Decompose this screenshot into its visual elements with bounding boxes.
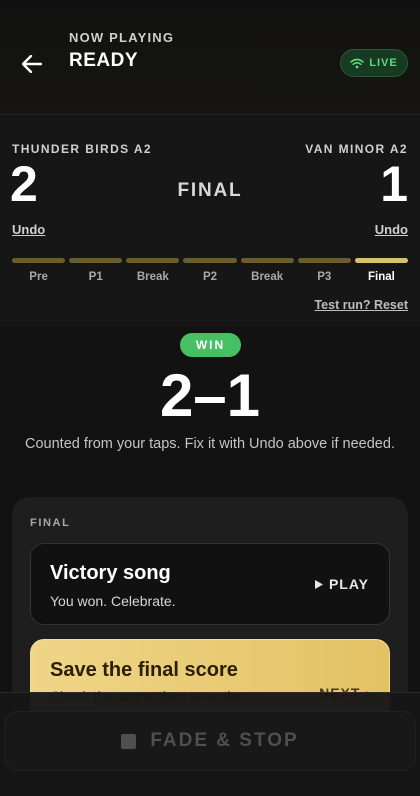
period-step[interactable]: Break [240,258,294,283]
live-badge: LIVE [340,49,408,77]
fade-stop-label: FADE & STOP [150,730,299,751]
live-label: LIVE [369,57,398,69]
away-undo-link[interactable]: Undo [375,222,408,237]
header: NOW PLAYING READY LIVE [0,0,420,115]
now-playing-label: NOW PLAYING [69,30,175,45]
home-team-name: THUNDER BIRDS A2 [12,142,152,156]
away-team-name: VAN MINOR A2 [305,142,408,156]
arrow-left-icon [22,55,42,73]
bottom-bar: FADE & STOP [0,692,420,796]
period-label: P1 [88,271,103,283]
period-step[interactable]: Break [126,258,180,283]
play-icon [314,579,323,589]
period-bar [297,258,351,263]
period-step[interactable]: Final [354,258,408,283]
period-bar [69,258,123,263]
period-label: P2 [202,271,218,283]
victory-song-card[interactable]: Victory song You won. Celebrate. PLAY [30,543,390,625]
scoreboard: THUNDER BIRDS A2 VAN MINOR A2 2 1 FINAL … [0,116,420,326]
period-bar [12,258,66,263]
period-timeline: Pre P1 Break P2 Break P3 Final [12,258,408,283]
now-playing-title: READY [69,50,139,71]
save-title: Save the final score [50,659,238,681]
current-period: FINAL [177,180,243,201]
period-bar [240,258,294,263]
period-bar [183,258,237,263]
panel-label: FINAL [30,517,71,529]
score-note: Counted from your taps. Fix it with Undo… [25,436,395,452]
period-label: Break [136,271,169,283]
period-step[interactable]: P1 [69,258,123,283]
fade-stop-button[interactable]: FADE & STOP [4,711,416,771]
back-button[interactable] [18,50,46,78]
period-step[interactable]: Pre [12,258,66,283]
win-badge: WIN [180,333,241,357]
period-step[interactable]: P3 [297,258,351,283]
period-label: P3 [317,271,332,283]
period-bar [354,258,408,263]
home-undo-link[interactable]: Undo [12,222,45,237]
play-button[interactable]: PLAY [314,576,369,592]
play-label: PLAY [328,576,369,592]
reset-link[interactable]: Test run? Reset [314,298,408,312]
stop-icon [121,733,137,749]
song-subtitle: You won. Celebrate. [50,593,176,609]
period-bar [126,258,180,263]
period-label: Pre [29,271,48,283]
period-label: Break [251,271,284,283]
period-label: Final [367,271,395,283]
final-score: 2–1 [159,362,261,429]
song-title: Victory song [50,562,171,584]
wifi-icon [350,58,365,68]
period-step[interactable]: P2 [183,258,237,283]
